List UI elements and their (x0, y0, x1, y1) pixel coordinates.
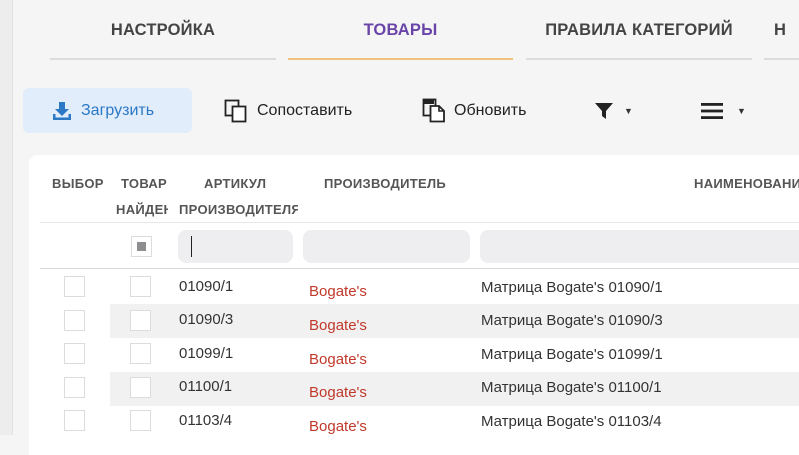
row-name: Матрица Bogate's 01090/3 (481, 312, 663, 329)
row-article: 01090/3 (179, 311, 234, 328)
row-select-checkbox[interactable] (64, 410, 85, 431)
tab-category-rules[interactable]: ПРАВИЛА КАТЕГОРИЙ (526, 0, 752, 60)
row-maker: Bogate's (309, 418, 367, 435)
chevron-down-icon: ▼ (624, 105, 633, 116)
tab-products-label: ТОВАРЫ (363, 20, 438, 39)
row-article: 01100/1 (179, 378, 233, 395)
row-article: 01099/1 (179, 345, 234, 362)
tab-products[interactable]: ТОВАРЫ (288, 0, 513, 60)
tab-settings[interactable]: НАСТРОЙКА (50, 0, 276, 60)
table-row[interactable]: 01099/1 Bogate's Матрица Bogate's 01099/… (40, 338, 799, 372)
match-button-label: Сопоставить (257, 101, 353, 119)
header-maker: ПРОИЗВОДИТЕЛЬ (324, 176, 447, 191)
header-divider (40, 222, 799, 223)
row-name: Матрица Bogate's 01099/1 (481, 346, 663, 363)
header-found-line2: НАЙДЕН (116, 202, 168, 217)
row-name: Матрица Bogate's 01103/4 (481, 413, 662, 430)
header-article-line2: ПРОИЗВОДИТЕЛЯ (179, 202, 298, 217)
menu-button[interactable]: ▼ (701, 88, 751, 133)
refresh-button-label: Обновить (454, 101, 527, 119)
header-found-line1: ТОВАР (121, 176, 168, 191)
name-filter-input[interactable] (480, 230, 799, 263)
maker-filter-input[interactable] (303, 230, 470, 263)
row-article: 01103/4 (179, 412, 233, 429)
copy-icon (224, 99, 248, 123)
left-edge-strip (0, 0, 13, 435)
header-article-line1: АРТИКУЛ (204, 176, 267, 191)
refresh-button[interactable]: Обновить (422, 88, 547, 133)
tab-settings-label: НАСТРОЙКА (110, 20, 216, 39)
filter-divider (40, 268, 799, 269)
found-filter-checkbox[interactable] (131, 236, 152, 257)
row-select-checkbox[interactable] (64, 343, 85, 364)
row-found-checkbox[interactable] (130, 310, 151, 331)
text-cursor (191, 236, 192, 257)
row-maker: Bogate's (309, 317, 367, 334)
row-found-checkbox[interactable] (130, 276, 151, 297)
row-name: Матрица Bogate's 01090/1 (481, 279, 663, 296)
row-found-checkbox[interactable] (130, 410, 151, 431)
row-article: 01090/1 (179, 278, 234, 295)
upload-icon (51, 100, 73, 122)
upload-button[interactable]: Загрузить (23, 88, 192, 133)
row-maker: Bogate's (309, 351, 367, 368)
header-name: НАИМЕНОВАНИЕ (694, 176, 799, 191)
row-select-checkbox[interactable] (64, 377, 85, 398)
row-select-checkbox[interactable] (64, 276, 85, 297)
filter-button[interactable]: ▼ (594, 88, 644, 133)
row-found-checkbox[interactable] (130, 343, 151, 364)
tab-category-rules-label: ПРАВИЛА КАТЕГОРИЙ (545, 20, 733, 39)
row-found-checkbox[interactable] (130, 377, 151, 398)
header-select: ВЫБОР (52, 176, 104, 191)
document-icon (422, 98, 446, 123)
tab-next[interactable]: Н (764, 0, 799, 60)
row-maker: Bogate's (309, 283, 367, 300)
row-select-checkbox[interactable] (64, 310, 85, 331)
table-row[interactable]: 01100/1 Bogate's Матрица Bogate's 01100/… (40, 372, 799, 406)
row-maker: Bogate's (309, 384, 367, 401)
match-button[interactable]: Сопоставить (224, 88, 374, 133)
upload-button-label: Загрузить (81, 101, 155, 119)
article-filter-input[interactable] (178, 230, 293, 263)
hamburger-menu-icon (701, 102, 723, 120)
tab-next-label: Н (774, 20, 787, 39)
table-row[interactable]: 01090/3 Bogate's Матрица Bogate's 01090/… (40, 304, 799, 338)
filter-icon (594, 101, 614, 121)
chevron-down-icon: ▼ (737, 105, 746, 116)
row-name: Матрица Bogate's 01100/1 (481, 379, 662, 396)
table-row[interactable]: 01090/1 Bogate's Матрица Bogate's 01090/… (40, 270, 799, 304)
